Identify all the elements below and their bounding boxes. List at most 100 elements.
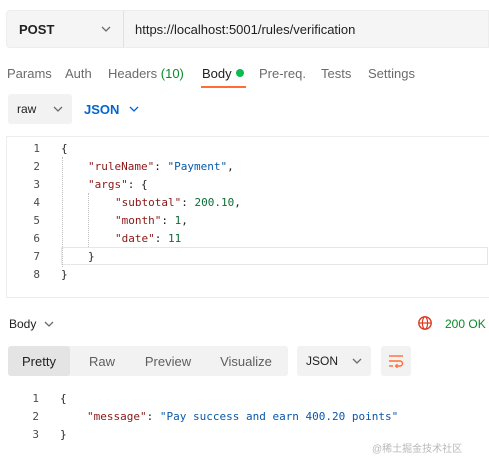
url-input[interactable]: https://localhost:5001/rules/verificatio… — [124, 11, 355, 47]
body-type-bar: raw JSON — [8, 94, 139, 124]
code-token: : — [154, 159, 168, 173]
tab-preview[interactable]: Preview — [134, 346, 202, 376]
tab-prereq[interactable]: Pre-req. — [259, 66, 306, 81]
body-language-label: JSON — [84, 101, 120, 117]
tab-pretty[interactable]: Pretty — [8, 346, 70, 376]
code-token: } — [60, 427, 67, 441]
code-token: 200.10 — [194, 195, 235, 209]
line-number: 2 — [33, 159, 40, 173]
tab-settings[interactable]: Settings — [368, 66, 415, 81]
watermark: @稀土掘金技术社区 — [372, 444, 463, 455]
code-token: : { — [127, 177, 148, 191]
wrap-lines-icon — [389, 355, 404, 368]
line-number: 5 — [33, 213, 40, 227]
request-body-editor[interactable]: 1{2 "ruleName": "Payment", 3 "args": {4 "sub… — [6, 136, 489, 298]
code-line: 6 "date": 11 — [7, 229, 489, 247]
code-line: 1{ — [7, 139, 489, 157]
chevron-down-icon — [352, 358, 362, 364]
headers-count: (10) — [160, 66, 184, 81]
code-text: "month": 1, — [115, 214, 188, 227]
code-token: : — [154, 231, 168, 245]
code-text: "ruleName": "Payment", — [88, 160, 234, 173]
line-number: 3 — [32, 427, 39, 441]
line-number: 1 — [32, 391, 39, 405]
code-text: "subtotal": 200.10, — [115, 196, 241, 209]
code-text: { — [61, 142, 68, 155]
line-number: 4 — [33, 195, 40, 209]
code-token: "date" — [115, 231, 155, 245]
modified-dot-icon — [235, 69, 244, 77]
tab-headers[interactable]: Headers (10) — [108, 66, 184, 81]
code-text: } — [88, 250, 95, 263]
code-line: 8} — [7, 265, 489, 283]
tab-raw[interactable]: Raw — [74, 346, 130, 376]
chevron-down-icon — [101, 26, 111, 32]
network-globe-icon[interactable] — [417, 315, 433, 331]
code-token: { — [61, 141, 68, 155]
method-select[interactable]: POST — [7, 11, 124, 47]
body-language-select[interactable]: JSON — [84, 102, 139, 117]
code-line: 2 "ruleName": "Payment", — [7, 157, 489, 175]
active-tab-indicator — [201, 86, 246, 88]
code-text: "message": "Pay success and earn 400.20 … — [87, 410, 398, 423]
code-token: 11 — [168, 231, 182, 245]
response-body-select[interactable]: Body — [9, 317, 54, 331]
response-view-tabs: Pretty Raw Preview Visualize — [8, 346, 288, 376]
line-number: 8 — [33, 267, 40, 281]
line-number: 3 — [33, 177, 40, 191]
code-line: 2 "message": "Pay success and earn 400.20… — [6, 407, 489, 425]
chevron-down-icon — [53, 106, 63, 112]
code-token: "ruleName" — [88, 159, 155, 173]
code-text: "date": 11 — [115, 232, 181, 245]
code-text: { — [60, 392, 67, 405]
code-token: "Pay success and earn 400.20 points" — [159, 409, 399, 423]
code-token: : — [181, 195, 195, 209]
code-line: 7} — [7, 247, 489, 265]
code-line: 1{ — [6, 389, 489, 407]
code-line: 5 "month": 1, — [7, 211, 489, 229]
code-token: , — [234, 195, 241, 209]
response-body-label: Body — [9, 317, 37, 331]
code-text: "args": { — [88, 178, 148, 191]
response-code-lines: 1{2 "message": "Pay success and earn 400.… — [6, 388, 489, 444]
code-token: "args" — [88, 177, 128, 191]
line-number: 1 — [33, 141, 40, 155]
body-mode-label: raw — [17, 102, 37, 116]
code-token: "subtotal" — [115, 195, 182, 209]
tab-body[interactable]: Body — [202, 66, 244, 81]
code-token: , — [227, 159, 234, 173]
code-token: { — [60, 391, 67, 405]
tab-params[interactable]: Params — [7, 66, 52, 81]
line-number: 2 — [32, 409, 39, 423]
wrap-lines-button[interactable] — [381, 346, 411, 376]
body-mode-select[interactable]: raw — [8, 94, 72, 124]
code-token: "message" — [87, 409, 147, 423]
line-number: 6 — [33, 231, 40, 245]
code-token: } — [61, 267, 68, 281]
code-token: : — [146, 409, 160, 423]
response-header: Body 200 OK — [0, 310, 489, 338]
code-line: 3 "args": { — [7, 175, 489, 193]
code-text: } — [61, 268, 68, 281]
code-token: "month" — [115, 213, 162, 227]
chevron-down-icon — [129, 106, 139, 112]
code-token: "Payment" — [167, 159, 228, 173]
tab-auth[interactable]: Auth — [65, 66, 92, 81]
line-number: 7 — [33, 249, 40, 263]
code-token: } — [88, 249, 95, 263]
response-format-select[interactable]: JSON — [297, 346, 371, 376]
tab-headers-label: Headers — [108, 66, 158, 81]
code-line: 4 "subtotal": 200.10, — [7, 193, 489, 211]
tab-visualize[interactable]: Visualize — [206, 346, 286, 376]
method-label: POST — [19, 21, 55, 37]
code-token: , — [181, 213, 188, 227]
code-token: : — [161, 213, 175, 227]
chevron-down-icon — [44, 321, 54, 327]
code-text: } — [60, 428, 67, 441]
tab-body-label: Body — [202, 66, 232, 81]
status-code[interactable]: 200 OK — [445, 317, 486, 331]
response-format-label: JSON — [306, 354, 339, 368]
request-url-bar: POST https://localhost:5001/rules/verifi… — [6, 10, 489, 48]
request-tabs: Params Auth Headers (10) Body Pre-req. T… — [0, 60, 489, 90]
tab-tests[interactable]: Tests — [321, 66, 351, 81]
